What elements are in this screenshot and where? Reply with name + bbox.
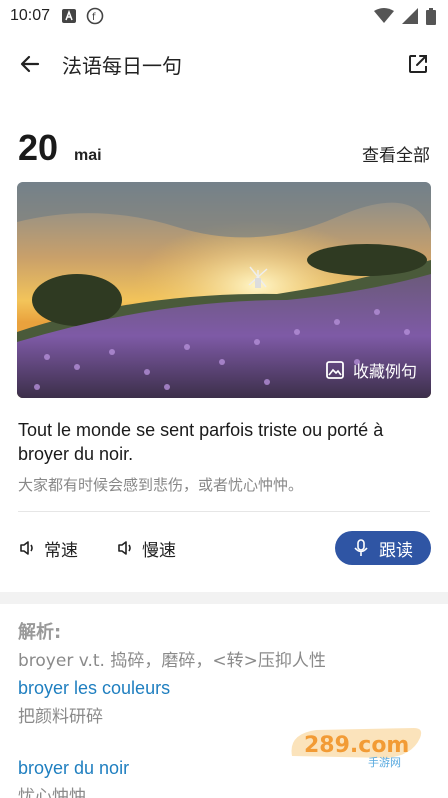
wifi-icon: [374, 8, 394, 23]
back-button[interactable]: [16, 50, 44, 78]
battery-icon: [426, 7, 436, 25]
status-icons-right: [374, 7, 436, 25]
site-watermark-logo: 289.com 手游网: [291, 728, 422, 768]
example-translation: 忧心忡忡: [18, 787, 86, 798]
arrow-left-icon: [20, 55, 40, 73]
favorite-sentence-button[interactable]: 收藏例句: [325, 358, 417, 382]
status-time: 10:07: [10, 7, 51, 24]
svg-text:手游网: 手游网: [368, 755, 401, 768]
speaker-icon: [20, 541, 33, 555]
page-title: 法语每日一句: [62, 53, 182, 78]
svg-text:f: f: [92, 12, 96, 23]
sentence-french: Tout le monde se sent parfois triste ou …: [18, 420, 384, 464]
status-bar: 10:07 f: [0, 0, 448, 32]
a-icon: [62, 9, 77, 23]
sentence-chinese: 大家都有时候会感到悲伤，或者忧心忡忡。: [18, 476, 304, 494]
example-phrase-link[interactable]: broyer les couleurs: [18, 676, 430, 700]
follow-read-label: 跟读: [379, 540, 413, 561]
normal-speed-label: 常速: [44, 540, 78, 561]
image-icon: [326, 361, 344, 379]
hero-image: 收藏例句: [17, 182, 431, 398]
app-bar: 法语每日一句: [0, 32, 448, 96]
date-month: mai: [74, 147, 102, 164]
word-definition: broyer v.t. 捣碎，磨碎，<转>压抑人性: [18, 651, 326, 671]
view-all-link[interactable]: 查看全部: [362, 146, 430, 166]
date-row: 20 mai 查看全部: [0, 96, 448, 168]
analysis-title: 解析:: [18, 622, 62, 643]
f-icon: f: [86, 7, 104, 25]
svg-text:289.com: 289.com: [304, 733, 409, 758]
favorite-label: 收藏例句: [352, 362, 417, 381]
share-icon: [409, 55, 427, 73]
status-icons-left: f: [62, 7, 104, 25]
signal-icon: [402, 8, 418, 24]
playback-controls: 常速 慢速 跟读: [0, 512, 448, 584]
speaker-icon: [118, 541, 131, 555]
normal-speed-button[interactable]: 常速: [18, 536, 78, 561]
analysis-section: 解析: broyer v.t. 捣碎，磨碎，<转>压抑人性 broyer les…: [0, 604, 448, 798]
slow-speed-label: 慢速: [142, 540, 176, 561]
follow-read-button[interactable]: 跟读: [335, 531, 431, 565]
share-button[interactable]: [404, 50, 432, 78]
microphone-icon: [354, 539, 368, 556]
slow-speed-button[interactable]: 慢速: [116, 536, 176, 561]
section-gap: [0, 592, 448, 604]
date-day: 20: [18, 127, 59, 168]
